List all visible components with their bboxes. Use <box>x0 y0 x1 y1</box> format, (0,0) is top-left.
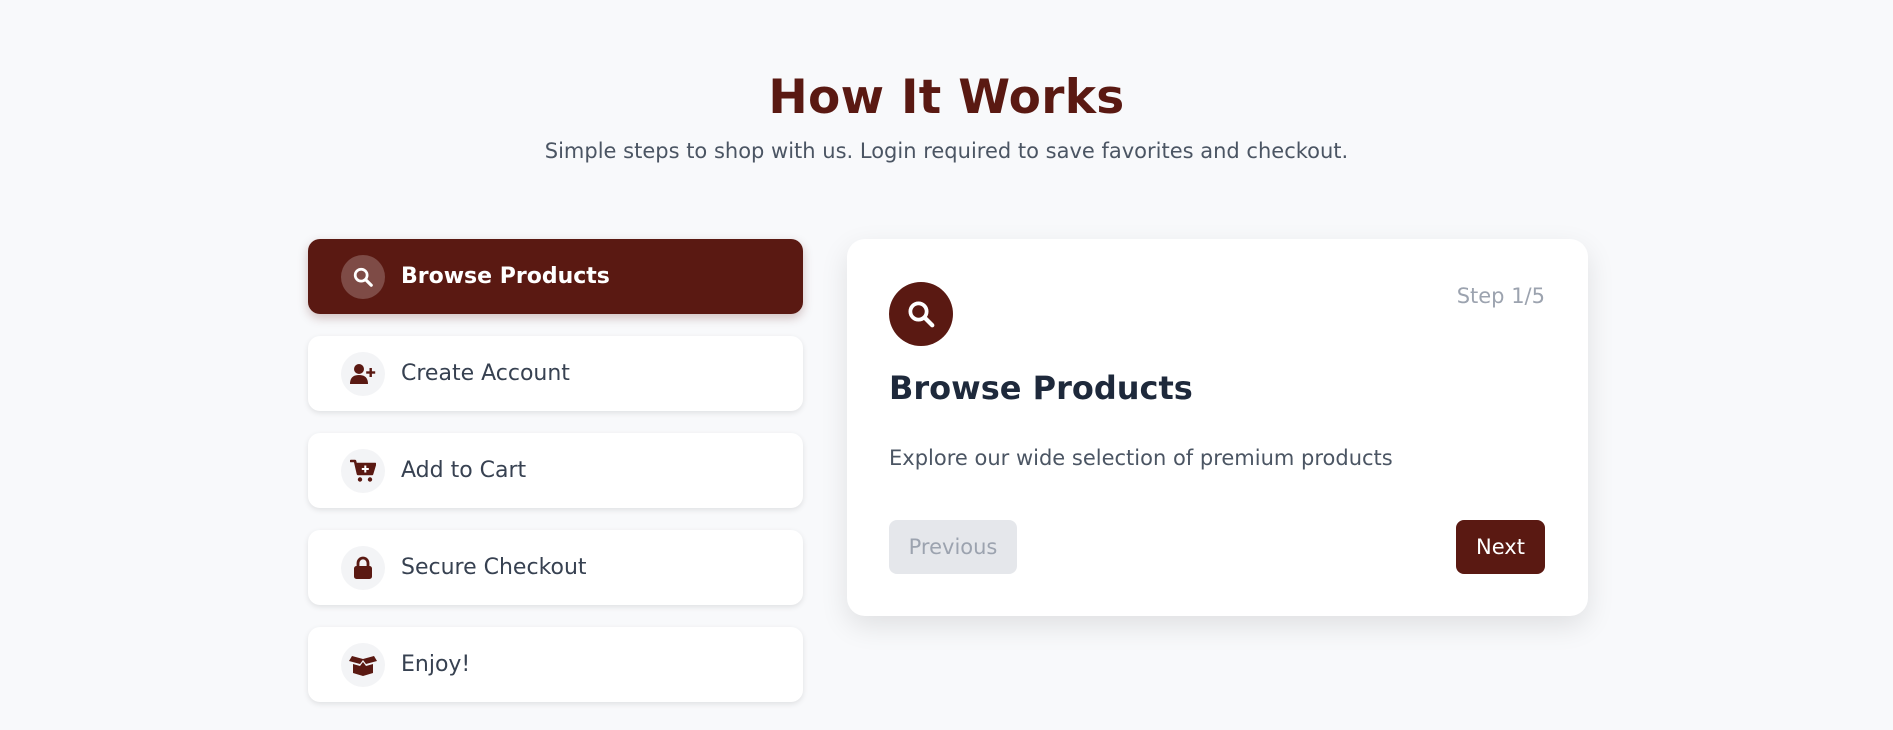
search-icon <box>341 254 385 299</box>
step-label: Add to Cart <box>401 458 527 483</box>
step-detail-card: Step 1/5 Browse Products Explore our wid… <box>847 239 1588 616</box>
step-detail-description: Explore our wide selection of premium pr… <box>889 446 1393 470</box>
step-detail-title: Browse Products <box>889 369 1193 407</box>
step-label: Create Account <box>401 361 570 386</box>
section-header: How It Works Simple steps to shop with u… <box>0 68 1893 166</box>
step-item-add-to-cart[interactable]: Add to Cart <box>308 433 803 508</box>
step-item-enjoy[interactable]: Enjoy! <box>308 627 803 702</box>
step-item-browse-products[interactable]: Browse Products <box>308 239 803 314</box>
search-icon <box>889 282 953 346</box>
step-item-secure-checkout[interactable]: Secure Checkout <box>308 530 803 605</box>
step-label: Browse Products <box>401 264 610 289</box>
user-plus-icon <box>341 351 385 396</box>
step-label: Enjoy! <box>401 652 471 677</box>
lock-icon <box>341 545 385 590</box>
step-counter: Step 1/5 <box>1456 284 1545 308</box>
page-title: How It Works <box>768 70 1125 125</box>
cart-plus-icon <box>341 448 385 493</box>
next-button[interactable]: Next <box>1456 520 1545 574</box>
step-label: Secure Checkout <box>401 555 587 580</box>
step-item-create-account[interactable]: Create Account <box>308 336 803 411</box>
open-box-icon <box>341 642 385 687</box>
steps-list: Browse Products Create Account Add to Ca <box>308 239 803 724</box>
page-subtitle: Simple steps to shop with us. Login requ… <box>544 139 1349 163</box>
previous-button[interactable]: Previous <box>889 520 1017 574</box>
